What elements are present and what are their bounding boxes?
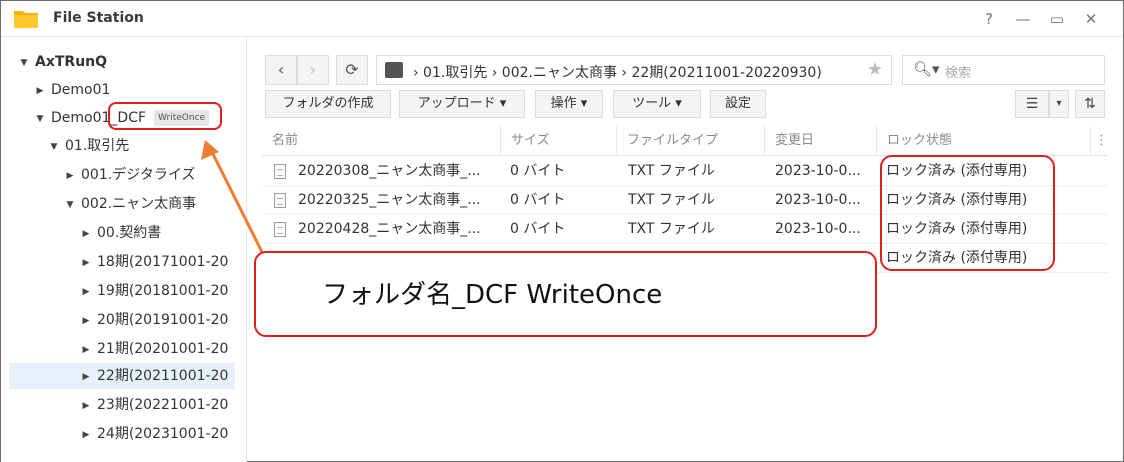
tree-item-demo01[interactable]: ▶ Demo01	[33, 77, 111, 104]
tree-item-19ki[interactable]: ▶ 19期(20181001-20	[79, 278, 229, 305]
view-dropdown-icon[interactable]: ▾	[1049, 90, 1069, 118]
annotation-text: フォルダ名_DCF WriteOnce	[322, 280, 663, 310]
file-size: 0 バイト	[510, 221, 566, 237]
table-header: 名前 サイズ ファイルタイプ 変更日 ロック状態 ⋮	[262, 126, 1108, 156]
tree-item-digitalize[interactable]: ▶ 001.デジタライズ	[63, 162, 196, 189]
column-type[interactable]: ファイルタイプ	[616, 126, 764, 156]
file-modified: 2023-10-0...	[775, 221, 861, 237]
tree-item-22ki-selected[interactable]: ▶ 22期(20211001-20	[9, 363, 235, 389]
breadcrumb[interactable]: › 01.取引先 › 002.ニャン太商事 › 22期(20211001-202…	[413, 62, 822, 82]
action-button[interactable]: 操作 ▾	[535, 90, 603, 118]
file-name: 20220325_ニャン太商事_...	[298, 192, 481, 208]
folder-icon	[385, 62, 403, 78]
annotation-highlight-lock-status	[880, 155, 1055, 271]
search-placeholder: 検索	[945, 66, 972, 81]
caret-right-icon[interactable]: ▶	[33, 78, 47, 104]
tree-item-keiyakusho[interactable]: ▶ 00.契約書	[79, 220, 162, 247]
caret-right-icon[interactable]: ▶	[79, 422, 93, 448]
caret-right-icon[interactable]: ▶	[79, 308, 93, 334]
column-size[interactable]: サイズ	[500, 126, 616, 156]
column-name[interactable]: 名前	[262, 126, 500, 156]
caret-right-icon[interactable]: ▶	[79, 393, 93, 419]
tree-item-24ki[interactable]: ▶ 24期(20231001-20	[79, 421, 229, 448]
caret-right-icon[interactable]: ▶	[79, 279, 93, 305]
annotation-highlight-folder	[108, 102, 222, 130]
search-icon[interactable]: 🔍︎▾	[913, 60, 940, 78]
tree-item-20ki[interactable]: ▶ 20期(20191001-20	[79, 307, 229, 334]
column-menu-icon[interactable]: ⋮	[1090, 126, 1108, 156]
settings-button[interactable]: 設定	[710, 90, 766, 118]
upload-button[interactable]: アップロード ▾	[399, 90, 525, 118]
folder-app-icon	[14, 11, 38, 28]
tree-root[interactable]: ▼ AxTRunQ	[17, 49, 108, 76]
column-lock-status[interactable]: ロック状態	[876, 126, 1090, 156]
app-title: File Station	[53, 10, 144, 26]
tree-item-torihikisaki[interactable]: ▼ 01.取引先	[47, 133, 130, 160]
text-file-icon	[274, 193, 286, 208]
refresh-button[interactable]: ⟳	[336, 55, 368, 85]
text-file-icon	[274, 164, 286, 179]
caret-down-icon[interactable]: ▼	[33, 106, 47, 132]
minimize-button[interactable]: —	[1009, 7, 1037, 31]
create-folder-button[interactable]: フォルダの作成	[265, 90, 391, 118]
path-bar[interactable]: › 01.取引先 › 002.ニャン太商事 › 22期(20211001-202…	[376, 55, 892, 85]
help-icon[interactable]: ?	[975, 7, 1003, 31]
file-modified: 2023-10-0...	[775, 163, 861, 179]
file-size: 0 バイト	[510, 163, 566, 179]
file-name: 20220428_ニャン太商事_...	[298, 221, 481, 237]
back-button[interactable]: ‹	[265, 55, 297, 85]
close-button[interactable]: ✕	[1077, 7, 1105, 31]
caret-right-icon[interactable]: ▶	[79, 250, 93, 276]
file-name: 20220308_ニャン太商事_...	[298, 163, 481, 179]
maximize-button[interactable]: ▭	[1043, 7, 1071, 31]
column-modified[interactable]: 変更日	[764, 126, 876, 156]
sort-icon[interactable]: ⇅	[1075, 90, 1105, 118]
caret-right-icon[interactable]: ▶	[79, 221, 93, 247]
search-input[interactable]: 🔍︎▾ 検索	[902, 55, 1105, 85]
caret-right-icon[interactable]: ▶	[79, 364, 93, 390]
title-bar: File Station ? — ▭ ✕	[1, 1, 1123, 37]
file-type: TXT ファイル	[628, 163, 715, 179]
tree-item-18ki[interactable]: ▶ 18期(20171001-20	[79, 249, 229, 276]
tools-button[interactable]: ツール ▾	[613, 90, 701, 118]
list-view-icon[interactable]: ☰	[1015, 90, 1049, 118]
caret-down-icon[interactable]: ▼	[17, 50, 31, 76]
caret-down-icon[interactable]: ▼	[47, 134, 61, 160]
file-size: 0 バイト	[510, 192, 566, 208]
tree-item-21ki[interactable]: ▶ 21期(20201001-20	[79, 336, 229, 363]
file-modified: 2023-10-0...	[775, 192, 861, 208]
file-type: TXT ファイル	[628, 192, 715, 208]
tree-item-23ki[interactable]: ▶ 23期(20221001-20	[79, 392, 229, 419]
text-file-icon	[274, 222, 286, 237]
caret-right-icon[interactable]: ▶	[79, 337, 93, 363]
tree-item-nyanta-shoji[interactable]: ▼ 002.ニャン太商事	[63, 191, 197, 218]
star-icon[interactable]: ★	[867, 59, 883, 80]
file-type: TXT ファイル	[628, 221, 715, 237]
caret-right-icon[interactable]: ▶	[63, 163, 77, 189]
forward-button[interactable]: ›	[297, 55, 329, 85]
caret-down-icon[interactable]: ▼	[63, 192, 77, 218]
